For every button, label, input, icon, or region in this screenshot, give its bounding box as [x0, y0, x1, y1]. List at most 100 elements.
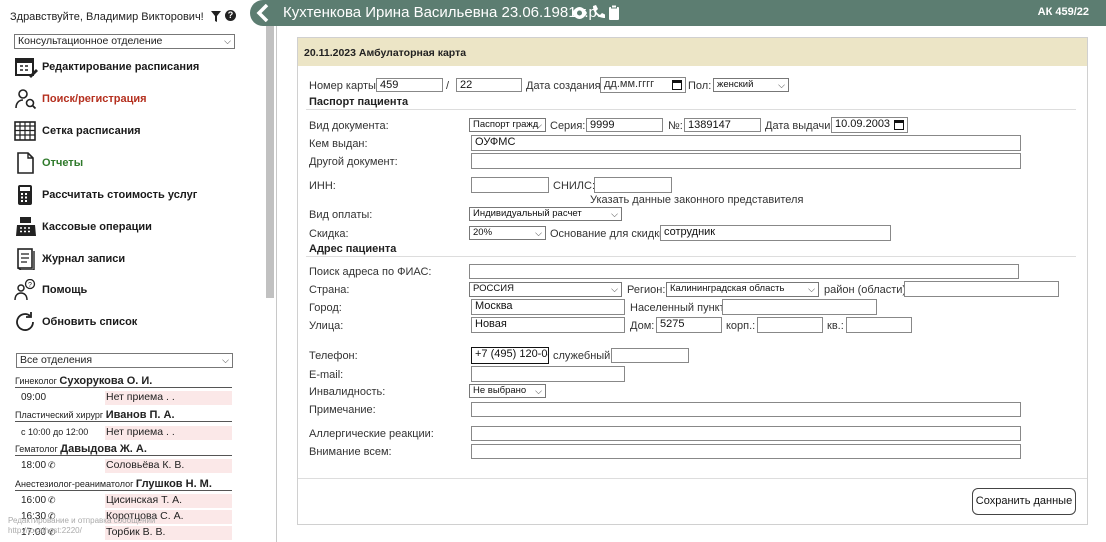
district-input[interactable] — [904, 281, 1059, 297]
building-input[interactable] — [757, 317, 823, 333]
city-input[interactable]: Москва — [471, 299, 625, 315]
chevron-down-icon: ⌵ — [535, 386, 542, 396]
sex-select[interactable]: женский ⌵ — [713, 78, 789, 92]
footnote-line: Редактирование и отправка сообщений — [8, 516, 156, 525]
legal-representative-link[interactable]: Указать данные законного представителя — [590, 194, 803, 206]
menu-search-registration[interactable]: Поиск/регистрация — [14, 88, 264, 110]
help-icon[interactable]: ? — [225, 10, 236, 21]
phone-icon[interactable] — [591, 3, 607, 23]
series-input[interactable]: 9999 — [586, 118, 663, 132]
filter-icon[interactable] — [211, 11, 221, 25]
issue-date-input[interactable]: 10.09.2003 — [831, 117, 908, 133]
all-departments-value: Все отделения — [20, 354, 93, 366]
menu-schedule-grid[interactable]: Сетка расписания — [14, 120, 264, 142]
slot-patient: Соловьёва К. В. — [105, 459, 232, 473]
divider — [306, 256, 1076, 257]
country-select[interactable]: РОССИЯ ⌵ — [469, 282, 622, 297]
doctor-header: Гематолог Давыдова Ж. А. — [15, 443, 232, 456]
address-heading: Адрес пациента — [309, 243, 397, 255]
chevron-down-icon: ⌵ — [535, 120, 542, 130]
journal-icon — [17, 248, 35, 270]
slot-time-wrap: 16:00 ✆ — [21, 495, 56, 506]
card-suffix-input[interactable]: 22 — [456, 78, 522, 92]
disability-select[interactable]: Не выбрано ⌵ — [469, 384, 546, 398]
allergy-label: Аллергические реакции: — [309, 428, 434, 440]
house-input[interactable]: 5275 — [656, 317, 722, 333]
save-button[interactable]: Сохранить данные — [972, 488, 1076, 515]
doctor-header: Гинеколог Сухорукова О. И. — [15, 375, 232, 388]
menu-refresh-list-label: Обновить список — [42, 316, 138, 328]
settlement-label: Населенный пункт: — [630, 302, 728, 314]
region-value: Калининградская область — [670, 283, 785, 294]
menu-schedule-grid-label: Сетка расписания — [42, 125, 141, 137]
payment-value: Индивидуальный расчет — [473, 208, 582, 219]
menu-calc-cost[interactable]: Рассчитать стоимость услуг — [14, 184, 264, 206]
doctor-name: Иванов П. А. — [105, 409, 175, 421]
issue-date-label: Дата выдачи: — [765, 120, 834, 132]
calendar-edit-icon — [15, 58, 38, 78]
clipboard-icon[interactable] — [608, 3, 620, 23]
street-input[interactable]: Новая — [471, 317, 625, 333]
allergy-input[interactable] — [471, 426, 1021, 441]
eye-icon[interactable] — [571, 3, 588, 23]
issued-by-label: Кем выдан: — [309, 138, 368, 150]
menu-cash-operations[interactable]: Кассовые операции — [14, 216, 264, 238]
doctor-name: Давыдова Ж. А. — [60, 443, 147, 455]
phone-icon: ✆ — [48, 495, 56, 505]
sidebar: Здравствуйте, Владимир Викторович! ? Кон… — [0, 0, 277, 542]
slot-patient: Цисинская Т. А. — [105, 494, 232, 508]
attention-label: Внимание всем: — [309, 446, 392, 458]
schedule-slot[interactable]: с 10:00 до 12:00 Нет приема . . — [15, 424, 232, 440]
other-doc-input[interactable] — [471, 153, 1021, 169]
issued-by-input[interactable]: ОУФМС — [471, 135, 1021, 151]
menu-reports[interactable]: Отчеты — [14, 152, 264, 174]
menu-help[interactable]: ? Помощь — [14, 279, 264, 301]
schedule-slot[interactable]: 09:00 Нет приема . . — [15, 389, 232, 405]
department-select[interactable]: Консультационное отделение ⌵ — [14, 34, 235, 49]
discount-reason-input[interactable]: сотрудник — [660, 225, 891, 241]
discount-label: Скидка: — [309, 228, 349, 240]
menu-journal[interactable]: Журнал записи — [14, 248, 264, 270]
doctor-name: Сухорукова О. И. — [59, 375, 153, 387]
attention-input[interactable] — [471, 444, 1021, 459]
all-departments-select[interactable]: Все отделения ⌵ — [16, 353, 233, 368]
slot-patient: Нет приема . . — [105, 426, 232, 440]
fias-search-input[interactable] — [469, 264, 1019, 279]
email-input[interactable] — [471, 366, 625, 382]
discount-select[interactable]: 20% ⌵ — [469, 226, 546, 240]
schedule-slot[interactable]: 16:00 ✆ Цисинская Т. А. — [15, 492, 232, 508]
payment-select[interactable]: Индивидуальный расчет ⌵ — [469, 207, 622, 221]
discount-reason-label: Основание для скидки: — [550, 228, 669, 240]
created-date-input[interactable]: дд.мм.гггг — [600, 77, 686, 93]
user-search-icon — [15, 89, 37, 110]
card-number-label: Номер карты: — [309, 80, 379, 92]
note-label: Примечание: — [309, 404, 376, 416]
back-button[interactable] — [250, 0, 277, 26]
schedule-slot[interactable]: 18:00 ✆ Соловьёва К. В. — [15, 457, 232, 473]
country-label: Страна: — [309, 284, 350, 296]
card-number-input[interactable]: 459 — [376, 78, 443, 92]
doctor-name: Глушков Н. М. — [135, 478, 212, 490]
note-input[interactable] — [471, 402, 1021, 417]
country-value: РОССИЯ — [473, 283, 514, 294]
flat-input[interactable] — [846, 317, 912, 333]
inn-input[interactable] — [471, 177, 549, 193]
work-phone-input[interactable] — [611, 348, 689, 363]
doctor-specialty: Гематолог — [15, 444, 58, 454]
payment-label: Вид оплаты: — [309, 209, 373, 221]
card-title: 20.11.2023 Амбулаторная карта — [298, 38, 1087, 66]
region-select[interactable]: Калининградская область ⌵ — [666, 282, 819, 297]
number-input[interactable]: 1389147 — [684, 118, 761, 132]
slot-time: 16:00 — [21, 495, 47, 506]
created-date-placeholder: дд.мм.гггг — [604, 78, 655, 90]
doctor-specialty: Анестезиолог-реаниматолог — [15, 479, 134, 489]
snils-input[interactable] — [594, 177, 672, 193]
patient-title: Кухтенкова Ирина Васильевна 23.06.1981 г… — [283, 4, 602, 21]
sidebar-scrollbar[interactable] — [266, 0, 274, 298]
chevron-down-icon: ⌵ — [224, 36, 231, 46]
menu-refresh-list[interactable]: Обновить список — [14, 311, 264, 333]
phone-input[interactable]: +7 (495) 120-04 — [471, 347, 549, 364]
doc-type-select[interactable]: Паспорт гражд ⌵ — [469, 118, 546, 132]
settlement-input[interactable] — [722, 299, 877, 315]
menu-edit-schedule[interactable]: Редактирование расписания — [14, 56, 264, 78]
